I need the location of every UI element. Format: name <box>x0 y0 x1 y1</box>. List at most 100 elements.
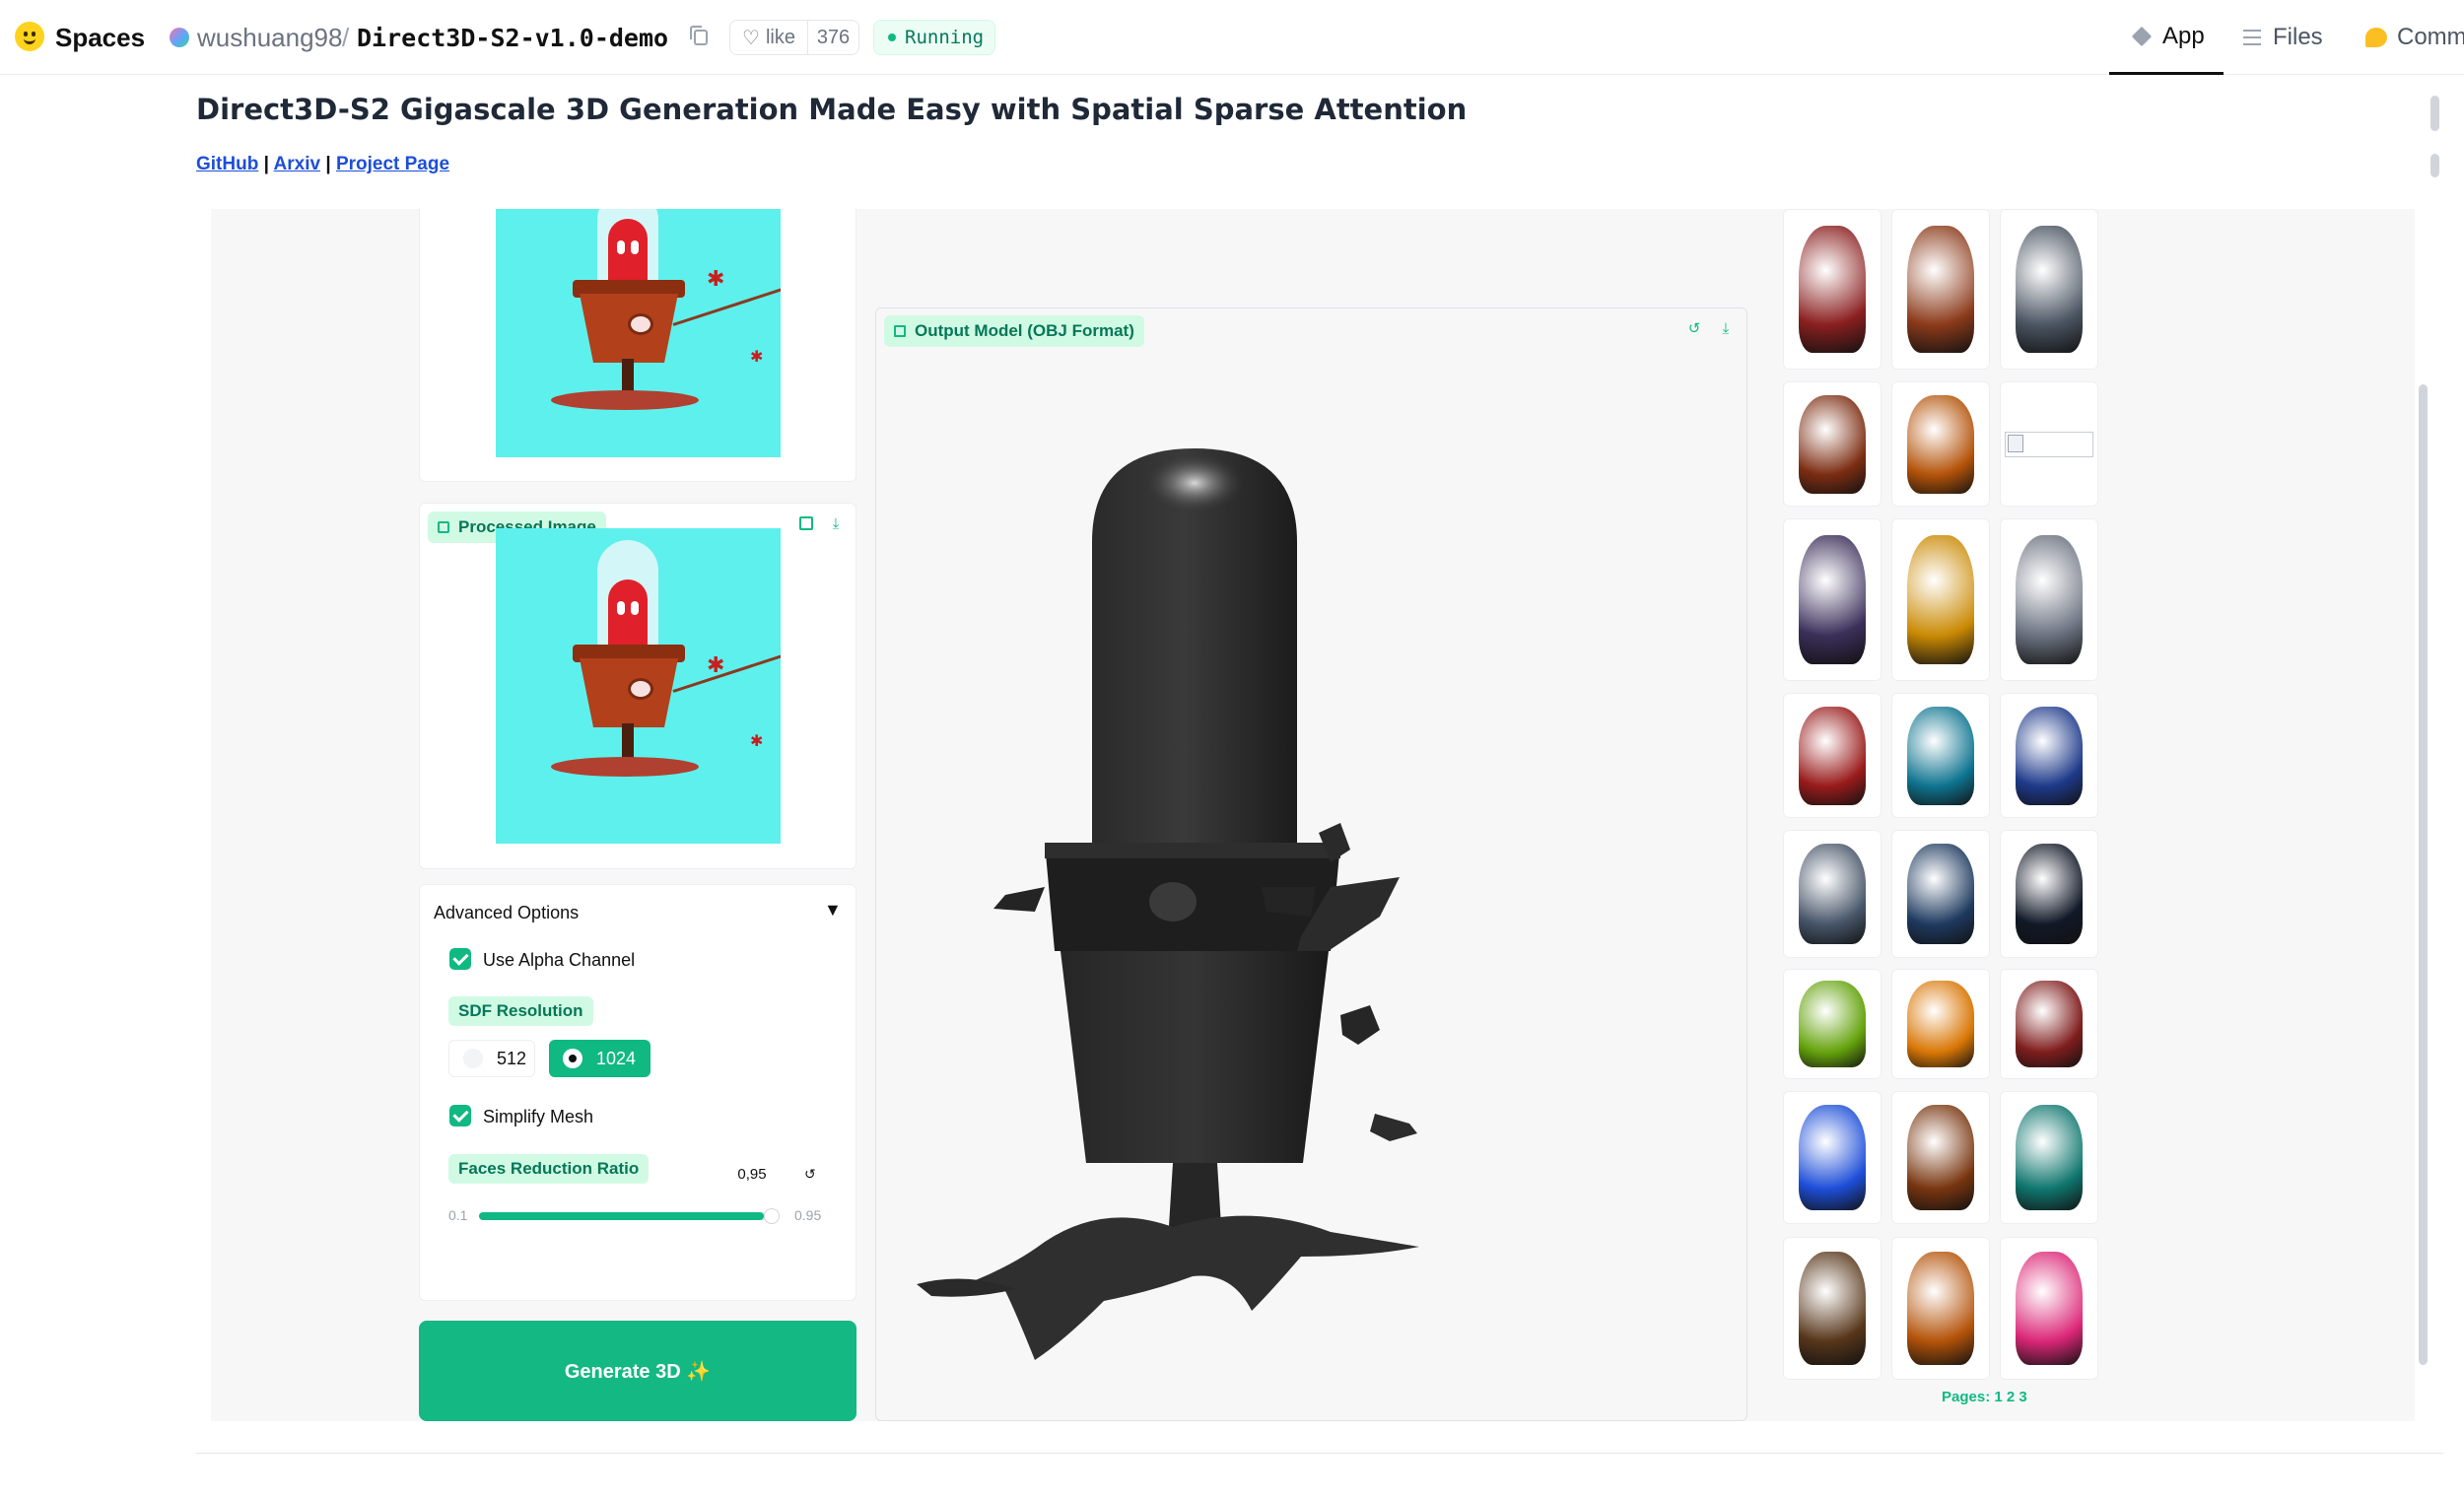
cube-icon <box>2131 26 2153 46</box>
copy-icon[interactable] <box>690 26 708 45</box>
example-dragon-thumbnail[interactable] <box>1891 693 1990 818</box>
pot-badge <box>628 313 653 335</box>
tab-app[interactable]: App <box>2109 0 2224 75</box>
example-computer-thumbnail[interactable] <box>1783 969 1882 1079</box>
slider-fill <box>479 1212 764 1220</box>
scrollbar-thumb[interactable] <box>2430 154 2439 177</box>
undo-icon: ↺ <box>1687 320 1701 337</box>
example-pinkdragon-thumbnail[interactable] <box>2000 1237 2098 1380</box>
reset-view-button[interactable]: ↺ <box>1681 315 1707 341</box>
link-separator: | <box>263 154 269 174</box>
example-armor-thumbnail[interactable] <box>2000 830 2098 958</box>
page-link-3[interactable]: 3 <box>2019 1389 2026 1405</box>
processed-image[interactable]: ✱ ✱ <box>496 528 781 844</box>
model-pot <box>1061 951 1329 1163</box>
robot-image <box>1798 226 1867 353</box>
link-separator: | <box>325 154 331 174</box>
fullscreen-button[interactable] <box>793 511 819 536</box>
status-badge[interactable]: Running <box>873 20 995 55</box>
like-button[interactable]: ♡ like 376 <box>729 20 859 55</box>
download-model-button[interactable]: ⤓ <box>1713 315 1739 341</box>
files-icon <box>2243 30 2261 45</box>
simplify-mesh-checkbox[interactable] <box>449 1105 471 1126</box>
example-beast-thumbnail[interactable] <box>1891 1237 1990 1380</box>
example-bike-thumbnail[interactable] <box>1783 1091 1882 1224</box>
tab-community[interactable]: Comm <box>2365 0 2464 75</box>
project-page-link[interactable]: Project Page <box>336 154 449 174</box>
radio-unchecked-icon <box>463 1049 483 1068</box>
spaces-link[interactable]: Spaces <box>55 0 145 75</box>
pages-label: Pages: <box>1942 1389 1991 1405</box>
broken-image-icon <box>2005 431 2093 457</box>
output-model-label-text: Output Model (OBJ Format) <box>915 321 1134 340</box>
sdf-option-512-label: 512 <box>497 1048 527 1068</box>
scrollbar-thumb[interactable] <box>2419 384 2428 1365</box>
example-dragon2-thumbnail[interactable] <box>2000 693 2098 818</box>
example-demon-thumbnail[interactable] <box>1783 381 1882 507</box>
download-icon: ⤓ <box>832 514 840 532</box>
rope <box>672 286 781 326</box>
example-excavator-thumbnail[interactable] <box>1891 969 1990 1079</box>
generate-3d-button[interactable]: Generate 3D ✨ <box>419 1321 856 1421</box>
page-link-1[interactable]: 1 <box>1994 1389 2002 1405</box>
dragon-image <box>1906 706 1975 805</box>
page-link-2[interactable]: 2 <box>2007 1389 2015 1405</box>
beast-image <box>1906 1252 1975 1365</box>
capsule-character <box>608 580 648 648</box>
example-car-thumbnail[interactable] <box>2000 209 2098 370</box>
tab-files[interactable]: Files <box>2243 0 2323 75</box>
golem-image <box>1798 843 1867 945</box>
tab-app-label: App <box>2162 22 2205 49</box>
example-eagle-thumbnail[interactable] <box>2000 969 2098 1079</box>
owner-link[interactable]: wushuang98 <box>197 0 342 75</box>
example-redcar-thumbnail[interactable] <box>1783 693 1882 818</box>
repo-name-link[interactable]: Direct3D-S2-v1.0-demo <box>357 0 668 75</box>
example-mech-thumbnail[interactable] <box>1891 518 1990 681</box>
status-dot-icon <box>888 34 896 41</box>
hugging-face-logo-icon[interactable] <box>15 22 44 51</box>
status-text: Running <box>905 27 985 48</box>
model-roots <box>946 1215 1419 1360</box>
example-owl-thumbnail[interactable] <box>2000 518 2098 681</box>
owner-avatar[interactable] <box>170 28 189 47</box>
faces-reduction-slider[interactable] <box>479 1208 780 1224</box>
advanced-options-title[interactable]: Advanced Options <box>434 903 579 923</box>
reset-icon[interactable]: ↺ <box>804 1166 816 1183</box>
example-spider-thumbnail[interactable] <box>1891 209 1990 370</box>
sdf-option-512[interactable]: 512 <box>448 1040 535 1077</box>
sdf-option-1024-label: 1024 <box>596 1048 637 1068</box>
input-image[interactable]: ✱ ✱ <box>496 209 781 457</box>
example-house-thumbnail[interactable] <box>1783 518 1882 681</box>
file-icon <box>894 325 906 337</box>
github-link[interactable]: GitHub <box>196 154 258 174</box>
capsule-character <box>608 219 648 288</box>
scrollbar-thumb[interactable] <box>2430 96 2439 131</box>
example-robot-thumbnail[interactable] <box>1783 209 1882 370</box>
download-button[interactable]: ⤓ <box>823 511 849 536</box>
faces-reduction-input[interactable]: 0,95 <box>724 1161 780 1187</box>
use-alpha-label[interactable]: Use Alpha Channel <box>483 950 635 971</box>
example-cart-thumbnail[interactable] <box>1783 1237 1882 1380</box>
collapse-caret-icon[interactable]: ▼ <box>824 900 842 921</box>
simplify-mesh-label[interactable]: Simplify Mesh <box>483 1107 593 1127</box>
slider-thumb[interactable] <box>764 1208 780 1224</box>
roots <box>551 390 699 410</box>
use-alpha-checkbox[interactable] <box>449 948 471 970</box>
like-count[interactable]: 376 <box>807 21 858 54</box>
example-gun-thumbnail[interactable] <box>1891 381 1990 507</box>
advanced-options-panel <box>419 884 856 1301</box>
expand-icon <box>799 516 813 530</box>
example-golem-thumbnail[interactable] <box>1783 830 1882 958</box>
3d-model-viewer[interactable] <box>877 424 1626 1370</box>
example-robo2-thumbnail[interactable] <box>1891 830 1990 958</box>
output-model-label: Output Model (OBJ Format) <box>884 315 1144 347</box>
example-cabin-thumbnail[interactable] <box>1891 1091 1990 1224</box>
bike-image <box>1798 1105 1867 1210</box>
sdf-option-1024[interactable]: 1024 <box>549 1040 650 1077</box>
header-links: GitHub | Arxiv | Project Page <box>196 154 449 175</box>
arxiv-link[interactable]: Arxiv <box>274 154 321 174</box>
example-broken-thumbnail[interactable] <box>2000 381 2098 507</box>
example-bot3-thumbnail[interactable] <box>2000 1091 2098 1224</box>
pinkdragon-image <box>2015 1252 2084 1365</box>
flower-icon: ✱ <box>707 266 725 291</box>
